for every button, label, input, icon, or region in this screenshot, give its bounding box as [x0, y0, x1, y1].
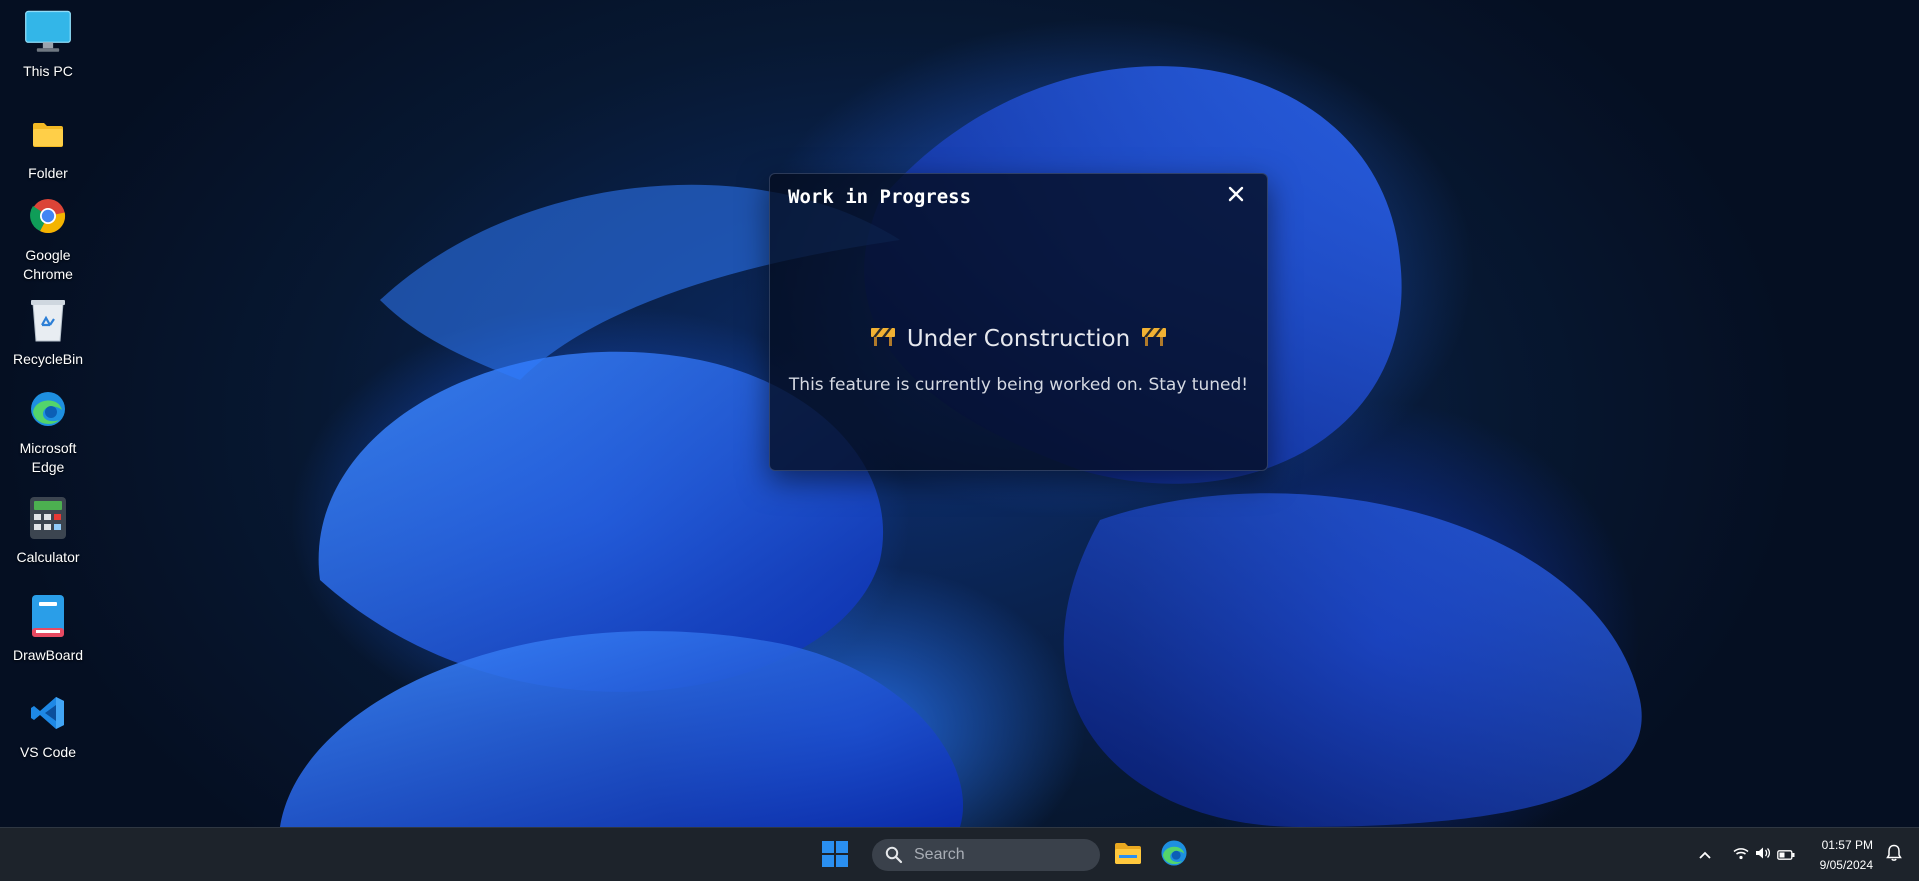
construction-barrier-icon — [870, 326, 895, 352]
dialog-message: This feature is currently being worked o… — [788, 375, 1249, 395]
network-status[interactable] — [1730, 845, 1752, 864]
dialog-title: Work in Progress — [788, 186, 972, 208]
system-tray: 01:57 PM 9/05/2024 — [1694, 828, 1919, 881]
desktop-wallpaper: This PC Folder Google Chrome RecycleBin … — [0, 0, 1919, 827]
taskbar-app-file-explorer[interactable] — [1110, 837, 1146, 873]
close-icon — [1228, 186, 1244, 206]
desktop-icon-label: This PC — [23, 63, 73, 79]
edge-icon — [24, 385, 72, 433]
desktop-icon-label: VS Code — [19, 744, 77, 760]
wifi-icon — [1733, 845, 1749, 864]
work-in-progress-dialog: Work in Progress Under Construction This… — [769, 173, 1268, 471]
desktop-icon-google-chrome[interactable]: Google Chrome — [0, 192, 96, 284]
desktop-icon-label: Calculator — [16, 549, 80, 565]
dialog-heading-text: Under Construction — [906, 326, 1131, 352]
chevron-up-icon — [1698, 845, 1712, 864]
calculator-icon — [24, 494, 72, 542]
notifications-button[interactable] — [1883, 844, 1905, 866]
windows-logo-icon — [822, 840, 834, 853]
desktop-icon-recyclebin[interactable]: RecycleBin — [0, 296, 96, 369]
taskbar: 01:57 PM 9/05/2024 — [0, 827, 1919, 881]
start-button[interactable] — [822, 840, 850, 869]
edge-icon — [1160, 839, 1188, 871]
taskbar-search-box[interactable] — [872, 838, 1100, 871]
file-explorer-icon — [1114, 841, 1142, 869]
taskbar-center — [822, 828, 1192, 881]
desktop-icon-this-pc[interactable]: This PC — [0, 8, 96, 81]
close-button[interactable] — [1223, 183, 1249, 209]
desktop-icon-label: Folder — [28, 165, 68, 181]
desktop-icon-folder[interactable]: Folder — [0, 110, 96, 183]
battery-icon — [1776, 845, 1795, 864]
folder-icon — [24, 110, 72, 158]
drawboard-icon — [24, 592, 72, 640]
recycle-bin-icon — [24, 296, 72, 344]
volume-control[interactable] — [1752, 845, 1774, 864]
dialog-heading: Under Construction — [770, 326, 1267, 352]
clock-time: 01:57 PM — [1821, 837, 1873, 852]
taskbar-clock[interactable]: 01:57 PM 9/05/2024 — [1820, 835, 1873, 875]
desktop-icon-vs-code[interactable]: VS Code — [0, 689, 96, 762]
desktop-icon-label: DrawBoard — [12, 647, 84, 663]
construction-barrier-icon — [1142, 326, 1167, 352]
chrome-icon — [24, 192, 72, 240]
vscode-icon — [24, 689, 72, 737]
desktop-icon-microsoft-edge[interactable]: Microsoft Edge — [0, 385, 96, 477]
desktop-icon-label: Google Chrome — [23, 247, 73, 282]
battery-status[interactable] — [1774, 845, 1798, 864]
desktop-icon-label: Microsoft Edge — [19, 440, 77, 475]
notification-bell-icon — [1886, 844, 1902, 866]
desktop-icon-drawboard[interactable]: DrawBoard — [0, 592, 96, 665]
taskbar-app-edge[interactable] — [1156, 837, 1192, 873]
clock-date: 9/05/2024 — [1819, 857, 1873, 872]
desktop-icon-label: RecycleBin — [12, 351, 84, 367]
volume-icon — [1755, 845, 1771, 864]
desktop-icon-calculator[interactable]: Calculator — [0, 494, 96, 567]
monitor-icon — [24, 8, 72, 56]
search-input[interactable] — [912, 844, 1086, 865]
search-icon — [885, 846, 903, 864]
show-hidden-icons-button[interactable] — [1694, 845, 1716, 864]
